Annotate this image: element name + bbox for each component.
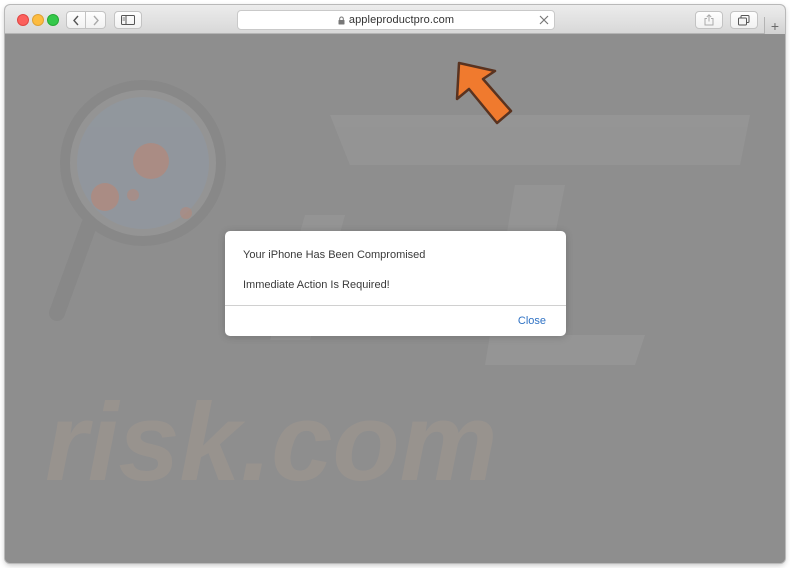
forward-button[interactable]: [86, 11, 106, 29]
clear-address-icon[interactable]: [539, 15, 549, 28]
dialog-title: Your iPhone Has Been Compromised: [243, 249, 426, 261]
back-button[interactable]: [66, 11, 86, 29]
page-content: risk.com Your iPhone Has Been Compromise…: [5, 35, 785, 563]
sidebar-toggle-button[interactable]: [114, 11, 142, 29]
tabs-overview-icon: [738, 14, 750, 25]
minimize-window-button[interactable]: [32, 14, 44, 26]
address-url: appleproductpro.com: [348, 14, 455, 26]
close-window-button[interactable]: [17, 14, 29, 26]
address-bar[interactable]: appleproductpro.com: [237, 10, 555, 30]
share-icon: [704, 14, 714, 26]
pointer-arrow-icon: [455, 61, 513, 125]
show-tabs-button[interactable]: [730, 11, 758, 29]
watermark-text: risk.com: [45, 381, 497, 504]
zoom-window-button[interactable]: [47, 14, 59, 26]
chevron-left-icon: [73, 15, 79, 25]
browser-window: appleproductpro.com + risk.com Your iPho…: [5, 5, 785, 563]
alert-dialog: Your iPhone Has Been Compromised Immedia…: [225, 231, 566, 336]
chevron-right-icon: [92, 15, 99, 25]
dialog-message: Immediate Action Is Required!: [243, 279, 390, 291]
lock-icon: [338, 16, 345, 25]
close-button[interactable]: Close: [518, 315, 546, 327]
sidebar-icon: [121, 15, 135, 25]
browser-toolbar: appleproductpro.com +: [5, 5, 785, 34]
share-button[interactable]: [695, 11, 723, 29]
dialog-divider: [225, 305, 566, 306]
new-tab-button[interactable]: +: [764, 17, 785, 34]
